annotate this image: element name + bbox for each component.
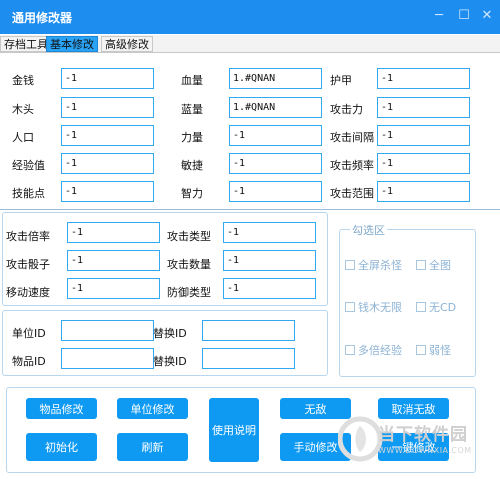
- tab-save-tools[interactable]: 存档工具: [0, 36, 52, 52]
- checkbox-icon: [416, 260, 426, 270]
- fullscreen-kill-label: 全屏杀怪: [358, 259, 402, 272]
- multi-exp-checkbox[interactable]: 多倍经验: [345, 342, 402, 358]
- options-group-title: 勾选区: [350, 222, 387, 238]
- replace-id-label-2: 替换ID: [153, 355, 187, 368]
- checkbox-icon: [345, 260, 355, 270]
- attack-type-input[interactable]: -1: [223, 222, 316, 243]
- no-cd-checkbox[interactable]: 无CD: [416, 299, 456, 315]
- watermark-text: 当下软件园: [378, 425, 468, 445]
- attack-frequency-input[interactable]: -1: [377, 153, 470, 174]
- weak-monsters-checkbox[interactable]: 弱怪: [416, 342, 451, 358]
- skill-points-label: 技能点: [12, 187, 45, 200]
- exp-label: 经验值: [12, 159, 45, 172]
- attack-dice-input[interactable]: -1: [67, 250, 160, 271]
- replace-id-input-1[interactable]: [202, 320, 295, 341]
- defense-type-label: 防御类型: [167, 286, 211, 299]
- strength-label: 力量: [181, 131, 203, 144]
- skill-points-input[interactable]: -1: [61, 181, 154, 202]
- fullscreen-kill-checkbox[interactable]: 全屏杀怪: [345, 257, 402, 273]
- multi-exp-label: 多倍经验: [358, 344, 402, 357]
- hp-input[interactable]: 1.#QNAN: [229, 68, 322, 89]
- checkbox-icon: [345, 345, 355, 355]
- exp-input[interactable]: -1: [61, 153, 154, 174]
- no-cd-label: 无CD: [429, 301, 457, 314]
- attack-power-label: 攻击力: [330, 103, 363, 116]
- full-map-checkbox[interactable]: 全图: [416, 257, 451, 273]
- gold-input[interactable]: -1: [61, 68, 154, 89]
- checkbox-icon: [345, 302, 355, 312]
- attack-dice-label: 攻击骰子: [6, 258, 50, 271]
- infinite-resources-label: 钱木无限: [358, 301, 402, 314]
- agility-input[interactable]: -1: [229, 153, 322, 174]
- replace-id-label-1: 替换ID: [153, 327, 187, 340]
- attack-count-label: 攻击数量: [167, 258, 211, 271]
- population-input[interactable]: -1: [61, 125, 154, 146]
- mp-input[interactable]: 1.#QNAN: [229, 97, 322, 118]
- unit-id-label: 单位ID: [12, 327, 46, 340]
- attack-interval-label: 攻击间隔: [330, 131, 374, 144]
- attack-count-input[interactable]: -1: [223, 250, 316, 271]
- defense-type-input[interactable]: -1: [223, 278, 316, 299]
- infinite-resources-checkbox[interactable]: 钱木无限: [345, 299, 402, 315]
- hp-label: 血量: [181, 74, 203, 87]
- attack-range-input[interactable]: -1: [377, 181, 470, 202]
- replace-id-input-2[interactable]: [202, 348, 295, 369]
- checkbox-icon: [416, 345, 426, 355]
- checkbox-icon: [416, 302, 426, 312]
- watermark-url: WWW.DOWNXIA.COM: [378, 446, 472, 455]
- window-title: 通用修改器: [12, 11, 73, 25]
- tab-advanced-modify[interactable]: 高级修改: [101, 36, 153, 52]
- tab-bar: 存档工具 基本修改 高级修改: [0, 35, 500, 53]
- unit-id-input[interactable]: [61, 320, 154, 341]
- gold-label: 金钱: [12, 74, 34, 87]
- intelligence-input[interactable]: -1: [229, 181, 322, 202]
- refresh-button[interactable]: 刷新: [117, 433, 188, 461]
- title-bar: 通用修改器 ─ ☐ ✕: [0, 0, 500, 34]
- unit-modify-button[interactable]: 单位修改: [117, 398, 188, 419]
- population-label: 人口: [12, 131, 34, 144]
- item-modify-button[interactable]: 物品修改: [26, 398, 97, 419]
- attack-range-label: 攻击范围: [330, 187, 374, 200]
- help-button[interactable]: 使用说明: [209, 398, 259, 462]
- section-divider: [0, 209, 500, 210]
- minimize-icon[interactable]: ─: [430, 7, 448, 25]
- move-speed-label: 移动速度: [6, 286, 50, 299]
- mp-label: 蓝量: [181, 103, 203, 116]
- item-id-label: 物品ID: [12, 355, 46, 368]
- item-id-input[interactable]: [61, 348, 154, 369]
- move-speed-input[interactable]: -1: [67, 278, 160, 299]
- attack-type-label: 攻击类型: [167, 230, 211, 243]
- attack-frequency-label: 攻击频率: [330, 159, 374, 172]
- armor-label: 护甲: [330, 74, 352, 87]
- wood-input[interactable]: -1: [61, 97, 154, 118]
- attack-multiplier-input[interactable]: -1: [67, 222, 160, 243]
- close-icon[interactable]: ✕: [478, 7, 496, 25]
- weak-monsters-label: 弱怪: [429, 344, 451, 357]
- tab-basic-modify[interactable]: 基本修改: [46, 36, 98, 52]
- full-map-label: 全图: [429, 259, 451, 272]
- attack-interval-input[interactable]: -1: [377, 125, 470, 146]
- agility-label: 敏捷: [181, 159, 203, 172]
- init-button[interactable]: 初始化: [26, 433, 97, 461]
- attack-multiplier-label: 攻击倍率: [6, 230, 50, 243]
- wood-label: 木头: [12, 103, 34, 116]
- maximize-icon[interactable]: ☐: [455, 7, 473, 25]
- armor-input[interactable]: -1: [377, 68, 470, 89]
- intelligence-label: 智力: [181, 187, 203, 200]
- strength-input[interactable]: -1: [229, 125, 322, 146]
- attack-power-input[interactable]: -1: [377, 97, 470, 118]
